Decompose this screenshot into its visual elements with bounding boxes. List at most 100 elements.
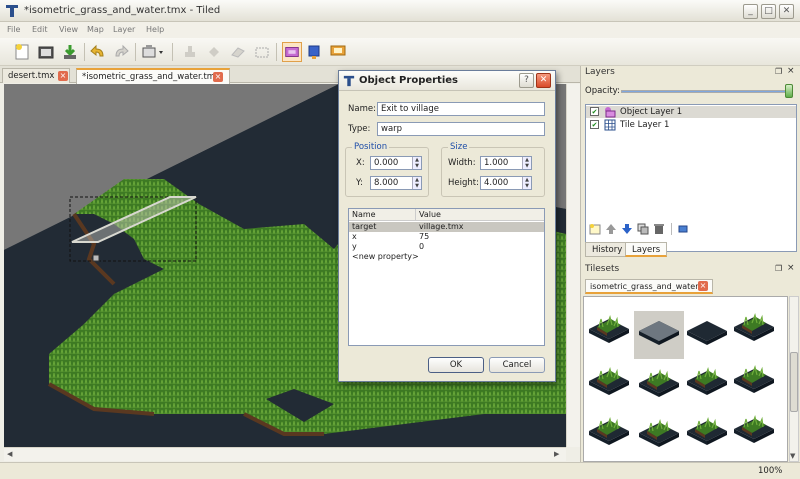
ok-button[interactable]: OK bbox=[428, 357, 484, 373]
title-bar: *isometric_grass_and_water.tmx - Tiled _… bbox=[0, 0, 800, 22]
tab-layers[interactable]: Layers bbox=[625, 242, 668, 257]
tileset-scrollbar[interactable]: ▼ bbox=[789, 296, 799, 462]
table-row[interactable]: y 0 bbox=[349, 242, 544, 252]
help-button[interactable]: ? bbox=[519, 73, 534, 88]
opacity-handle[interactable] bbox=[785, 84, 793, 98]
property-value: 0 bbox=[419, 242, 425, 251]
width-spinbox[interactable]: 1.000 ▲ ▼ bbox=[480, 156, 532, 170]
column-header-value[interactable]: Value bbox=[419, 210, 441, 219]
layer-row-tile[interactable]: ✔ Tile Layer 1 bbox=[586, 119, 796, 131]
open-file-icon[interactable] bbox=[36, 42, 56, 62]
select-objects-icon[interactable] bbox=[282, 42, 302, 62]
status-bar: 100% bbox=[0, 462, 800, 479]
new-property-row[interactable]: <new property> bbox=[349, 252, 544, 262]
duplicate-layer-icon[interactable] bbox=[637, 223, 649, 235]
opacity-fill bbox=[622, 91, 788, 92]
stamp-brush-dropdown-icon[interactable] bbox=[140, 42, 166, 62]
menu-layer[interactable]: Layer bbox=[113, 25, 135, 34]
vertical-scrollbar[interactable] bbox=[566, 84, 580, 447]
scroll-right-icon[interactable]: ▶ bbox=[554, 450, 559, 458]
y-spinbox[interactable]: 8.000 ▲ ▼ bbox=[370, 176, 422, 190]
property-value: village.tmx bbox=[419, 222, 464, 231]
property-value: 75 bbox=[419, 232, 430, 241]
tab-history[interactable]: History bbox=[585, 242, 630, 257]
close-panel-icon[interactable]: × bbox=[787, 263, 795, 273]
float-panel-icon[interactable]: ❐ bbox=[775, 264, 782, 273]
layer-properties-icon[interactable] bbox=[677, 223, 689, 235]
height-label: Height: bbox=[448, 178, 479, 188]
height-spinbox[interactable]: 4.000 ▲ ▼ bbox=[480, 176, 532, 190]
tab-isometric[interactable]: *isometric_grass_and_water.tmx × bbox=[76, 68, 230, 84]
spin-arrows-icon[interactable]: ▲ ▼ bbox=[412, 177, 421, 189]
raise-layer-icon[interactable] bbox=[605, 223, 617, 235]
window-title: *isometric_grass_and_water.tmx - Tiled bbox=[24, 5, 221, 16]
table-row[interactable]: target village.tmx bbox=[349, 222, 544, 232]
new-file-icon[interactable] bbox=[12, 42, 32, 62]
tileset-view[interactable] bbox=[583, 296, 788, 462]
close-button[interactable]: ✕ bbox=[779, 4, 794, 19]
tab-label: desert.tmx bbox=[8, 71, 55, 81]
scroll-thumb[interactable] bbox=[790, 352, 798, 412]
layer-toolbar bbox=[585, 221, 797, 237]
rect-select-icon[interactable] bbox=[252, 42, 272, 62]
type-label: Type: bbox=[348, 124, 371, 134]
eraser-icon[interactable] bbox=[228, 42, 248, 62]
tab-desert[interactable]: desert.tmx × bbox=[2, 68, 70, 83]
resize-handle[interactable] bbox=[92, 254, 100, 262]
menu-view[interactable]: View bbox=[59, 25, 78, 34]
close-tab-icon[interactable]: × bbox=[698, 281, 708, 291]
menu-bar: File Edit View Map Layer Help bbox=[0, 22, 800, 38]
float-panel-icon[interactable]: ❐ bbox=[775, 67, 782, 76]
layer-name: Object Layer 1 bbox=[620, 107, 683, 117]
x-label: X: bbox=[356, 158, 365, 168]
redo-icon[interactable] bbox=[111, 42, 131, 62]
menu-help[interactable]: Help bbox=[146, 25, 164, 34]
scroll-left-icon[interactable]: ◀ bbox=[7, 450, 12, 458]
scroll-down-icon[interactable]: ▼ bbox=[790, 452, 795, 460]
position-group-label: Position bbox=[352, 142, 390, 152]
spin-arrows-icon[interactable]: ▲ ▼ bbox=[522, 177, 531, 189]
x-spinbox[interactable]: 0.000 ▲ ▼ bbox=[370, 156, 422, 170]
dialog-title-bar: Object Properties ? ✕ bbox=[339, 71, 555, 91]
insert-image-object-icon[interactable] bbox=[328, 42, 348, 62]
layer-name: Tile Layer 1 bbox=[620, 120, 670, 130]
layer-visible-checkbox[interactable]: ✔ bbox=[590, 107, 599, 116]
y-value: 8.000 bbox=[374, 178, 399, 188]
type-field[interactable] bbox=[377, 122, 545, 136]
bucket-fill-icon[interactable] bbox=[204, 42, 224, 62]
layer-visible-checkbox[interactable]: ✔ bbox=[590, 120, 599, 129]
dialog-close-button[interactable]: ✕ bbox=[536, 73, 551, 88]
property-name: <new property> bbox=[352, 252, 419, 261]
close-tab-icon[interactable]: × bbox=[213, 72, 223, 82]
menu-map[interactable]: Map bbox=[87, 25, 104, 34]
close-panel-icon[interactable]: × bbox=[787, 66, 795, 76]
menu-edit[interactable]: Edit bbox=[32, 25, 48, 34]
insert-object-icon[interactable] bbox=[304, 42, 324, 62]
layers-panel-header: Layers ❐ × bbox=[583, 66, 799, 80]
cancel-button[interactable]: Cancel bbox=[489, 357, 545, 373]
delete-layer-icon[interactable] bbox=[653, 223, 665, 235]
name-field[interactable] bbox=[377, 102, 545, 116]
opacity-slider[interactable] bbox=[621, 90, 789, 93]
save-icon[interactable] bbox=[60, 42, 80, 62]
maximize-button[interactable]: □ bbox=[761, 4, 776, 19]
table-row[interactable]: x 75 bbox=[349, 232, 544, 242]
spin-arrows-icon[interactable]: ▲ ▼ bbox=[412, 157, 421, 169]
menu-file[interactable]: File bbox=[7, 25, 20, 34]
horizontal-scrollbar[interactable]: ◀ ▶ bbox=[4, 447, 566, 461]
stamp-icon[interactable] bbox=[180, 42, 200, 62]
lower-layer-icon[interactable] bbox=[621, 223, 633, 235]
layer-row-object[interactable]: ✔ Object Layer 1 bbox=[586, 106, 796, 118]
close-tab-icon[interactable]: × bbox=[58, 71, 68, 81]
minimize-button[interactable]: _ bbox=[743, 4, 758, 19]
tab-tileset[interactable]: isometric_grass_and_water × bbox=[585, 279, 713, 294]
tilesets-panel-header: Tilesets ❐ × bbox=[583, 263, 799, 277]
zoom-level: 100% bbox=[758, 466, 783, 476]
undo-icon[interactable] bbox=[88, 42, 108, 62]
object-layer-icon bbox=[605, 107, 616, 118]
add-layer-icon[interactable] bbox=[589, 223, 601, 235]
right-dock: Layers ❐ × Opacity: ✔ Object Layer 1 ✔ T… bbox=[580, 66, 800, 462]
spin-arrows-icon[interactable]: ▲ ▼ bbox=[522, 157, 531, 169]
position-group: Position X: 0.000 ▲ ▼ Y: 8.000 ▲ ▼ bbox=[345, 142, 429, 197]
column-header-name[interactable]: Name bbox=[352, 210, 376, 219]
